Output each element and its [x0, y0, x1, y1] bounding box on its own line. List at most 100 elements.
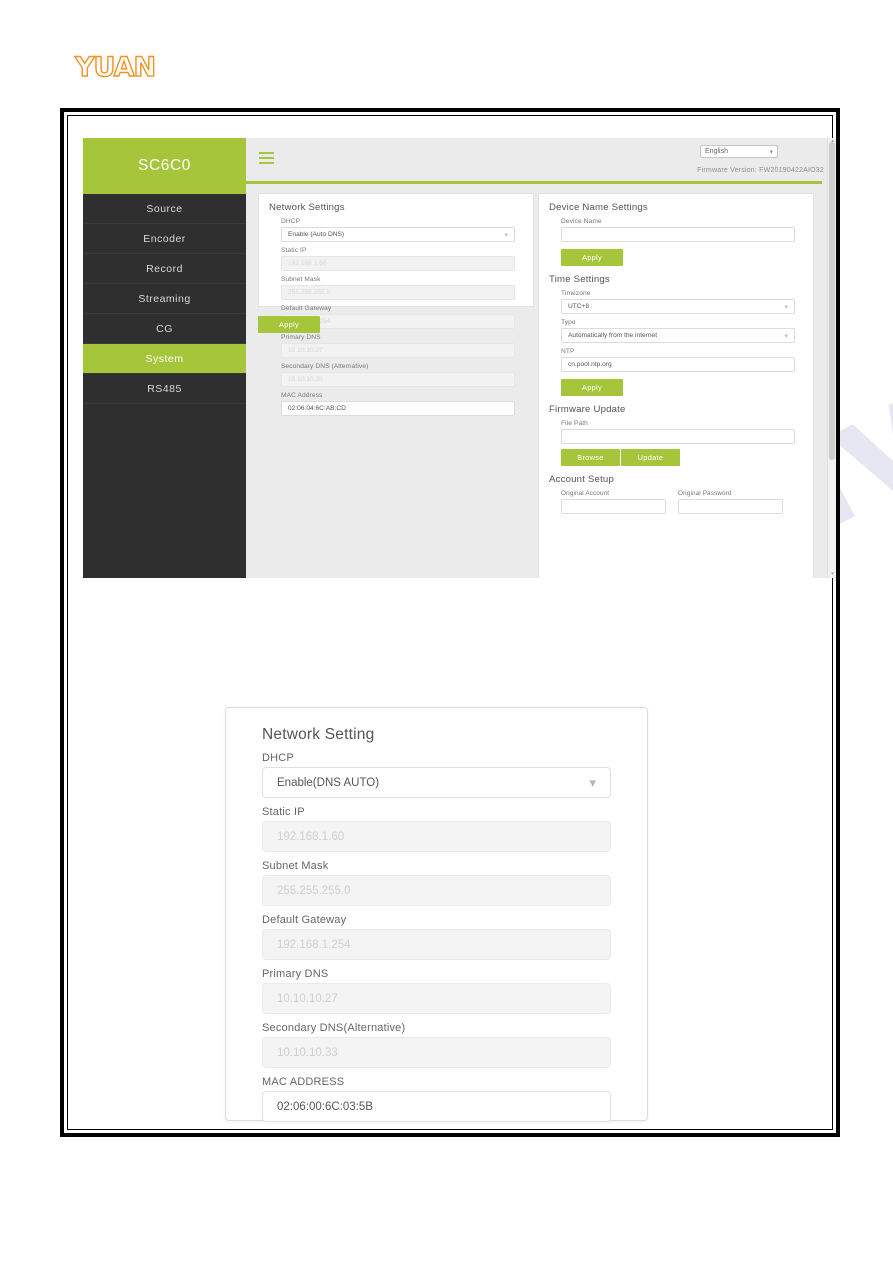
time-type-select-value: Automatically from the internet — [568, 332, 658, 339]
static-ip-input[interactable]: 192.168.1.60 — [281, 256, 515, 271]
field-secondary-dns: Secondary DNS (Alternative) 10.10.10.33 — [281, 363, 515, 387]
network-apply-button[interactable]: Apply — [258, 316, 320, 333]
callout-label-subnet-mask: Subnet Mask — [262, 860, 329, 872]
callout-label-mac-address: MAC ADDRESS — [262, 1076, 345, 1088]
sidebar-item-record[interactable]: Record — [83, 254, 246, 284]
chevron-down-icon: ▾ — [589, 774, 596, 790]
callout-dhcp-value: Enable(DNS AUTO) — [277, 776, 380, 789]
primary-dns-input[interactable]: 10.10.10.27 — [281, 343, 515, 358]
yuan-logo: YUAN — [74, 51, 157, 83]
device-name-apply-row: Apply — [561, 247, 813, 266]
language-select-value: English — [705, 148, 728, 155]
sidebar-item-source[interactable]: Source — [83, 194, 246, 224]
callout-label-secondary-dns: Secondary DNS(Alternative) — [262, 1022, 406, 1034]
mac-address-input[interactable]: 02:06:04:6C:AB:CD — [281, 401, 515, 416]
original-account-input[interactable] — [561, 499, 667, 514]
callout-mac-address-input[interactable]: 02:06:00:6C:03:5B — [262, 1091, 611, 1122]
account-setup-row: Original Account Original Password — [561, 490, 795, 519]
vertical-scrollbar[interactable]: ▴ ▾ — [827, 138, 836, 578]
network-setting-zoom-callout: Network Setting DHCP Enable(DNS AUTO) ▾ … — [225, 707, 648, 1122]
field-label-original-password: Original Password — [678, 490, 732, 497]
callout-primary-dns-input[interactable]: 10.10.10.27 — [262, 983, 611, 1014]
device-name-settings-title: Device Name Settings — [549, 202, 648, 213]
sidebar-item-cg[interactable]: CG — [83, 314, 246, 344]
scroll-down-arrow-icon[interactable]: ▾ — [830, 572, 835, 577]
field-label-ntp: NTP — [561, 348, 575, 355]
field-primary-dns: Primary DNS 10.10.10.27 — [281, 334, 515, 358]
callout-field-subnet-mask: Subnet Mask 255.255.255.0 — [262, 860, 611, 906]
callout-field-static-ip: Static IP 192.168.1.60 — [262, 806, 611, 852]
firmware-button-row: Browse Update — [561, 449, 813, 466]
time-apply-button[interactable]: Apply — [561, 379, 623, 396]
device-name-apply-button[interactable]: Apply — [561, 249, 623, 266]
field-label-device-name: Device Name — [561, 218, 602, 225]
field-subnet-mask: Subnet Mask 255.255.255.0 — [281, 276, 515, 300]
device-name-input[interactable] — [561, 227, 795, 242]
timezone-select-value: UTC+8 — [568, 303, 590, 310]
field-ntp: NTP cn.pool.ntp.org — [561, 348, 795, 372]
chevron-down-icon: ▾ — [784, 332, 788, 340]
callout-subnet-mask-input[interactable]: 255.255.255.0 — [262, 875, 611, 906]
field-label-primary-dns: Primary DNS — [281, 334, 321, 341]
callout-field-dhcp: DHCP Enable(DNS AUTO) ▾ — [262, 752, 611, 798]
network-settings-title: Network Settings — [269, 202, 345, 213]
callout-secondary-dns-input[interactable]: 10.10.10.33 — [262, 1037, 611, 1068]
secondary-dns-input[interactable]: 10.10.10.33 — [281, 372, 515, 387]
chevron-down-icon: ▾ — [769, 148, 773, 156]
sidebar-item-rs485[interactable]: RS485 — [83, 374, 246, 404]
system-settings-card: Device Name Settings Device Name Apply T… — [538, 193, 814, 578]
field-dhcp: DHCP Enable (Auto DNS) ▾ — [281, 218, 515, 242]
chevron-down-icon: ▾ — [504, 231, 508, 239]
top-bar: English ▾ Firmware Version: FW20190422AI… — [246, 138, 836, 180]
field-label-original-account: Original Account — [561, 490, 610, 497]
account-setup-title: Account Setup — [549, 474, 615, 485]
scrollbar-thumb[interactable] — [829, 142, 835, 460]
chevron-down-icon: ▾ — [784, 303, 788, 311]
original-password-input[interactable] — [678, 499, 784, 514]
update-button[interactable]: Update — [621, 449, 680, 466]
firmware-update-title: Firmware Update — [549, 404, 626, 415]
hamburger-icon[interactable] — [259, 152, 274, 167]
browse-button[interactable]: Browse — [561, 449, 620, 466]
file-path-input[interactable] — [561, 429, 795, 444]
callout-label-default-gateway: Default Gateway — [262, 914, 347, 926]
content-area: English ▾ Firmware Version: FW20190422AI… — [246, 138, 836, 578]
sidebar-device-title: SC6C0 — [83, 138, 246, 194]
language-select[interactable]: English ▾ — [700, 145, 778, 158]
callout-field-primary-dns: Primary DNS 10.10.10.27 — [262, 968, 611, 1014]
field-timezone: Timezone UTC+8 ▾ — [561, 290, 795, 314]
callout-field-mac-address: MAC ADDRESS 02:06:00:6C:03:5B — [262, 1076, 611, 1122]
page-frame: SC6C0 Source Encoder Record Streaming CG… — [60, 108, 840, 1137]
field-label-default-gateway: Default Gateway — [281, 305, 332, 312]
sidebar-item-system[interactable]: System — [83, 344, 246, 374]
field-label-subnet-mask: Subnet Mask — [281, 276, 321, 283]
field-device-name: Device Name — [561, 218, 795, 242]
field-original-password: Original Password — [678, 490, 795, 519]
subnet-mask-input[interactable]: 255.255.255.0 — [281, 285, 515, 300]
callout-field-default-gateway: Default Gateway 192.168.1.254 — [262, 914, 611, 960]
time-type-select[interactable]: Automatically from the internet ▾ — [561, 328, 795, 343]
time-settings-title: Time Settings — [549, 274, 610, 285]
timezone-select[interactable]: UTC+8 ▾ — [561, 299, 795, 314]
ntp-input[interactable]: cn.pool.ntp.org — [561, 357, 795, 372]
field-label-static-ip: Static IP — [281, 247, 307, 254]
dhcp-select-value: Enable (Auto DNS) — [288, 231, 345, 238]
field-time-type: Type Automatically from the internet ▾ — [561, 319, 795, 343]
field-label-dhcp: DHCP — [281, 218, 301, 225]
callout-label-static-ip: Static IP — [262, 806, 305, 818]
callout-label-dhcp: DHCP — [262, 752, 294, 764]
field-label-file-path: File Path — [561, 420, 588, 427]
sidebar-item-encoder[interactable]: Encoder — [83, 224, 246, 254]
field-label-time-type: Type — [561, 319, 576, 326]
field-file-path: File Path — [561, 420, 795, 444]
callout-title: Network Setting — [262, 726, 375, 743]
callout-static-ip-input[interactable]: 192.168.1.60 — [262, 821, 611, 852]
callout-default-gateway-input[interactable]: 192.168.1.254 — [262, 929, 611, 960]
field-static-ip: Static IP 192.168.1.60 — [281, 247, 515, 271]
sidebar-item-streaming[interactable]: Streaming — [83, 284, 246, 314]
dhcp-select[interactable]: Enable (Auto DNS) ▾ — [281, 227, 515, 242]
accent-divider — [246, 181, 822, 184]
web-ui-screenshot: SC6C0 Source Encoder Record Streaming CG… — [83, 138, 836, 578]
callout-dhcp-select[interactable]: Enable(DNS AUTO) ▾ — [262, 767, 611, 798]
time-apply-row: Apply — [561, 377, 813, 396]
